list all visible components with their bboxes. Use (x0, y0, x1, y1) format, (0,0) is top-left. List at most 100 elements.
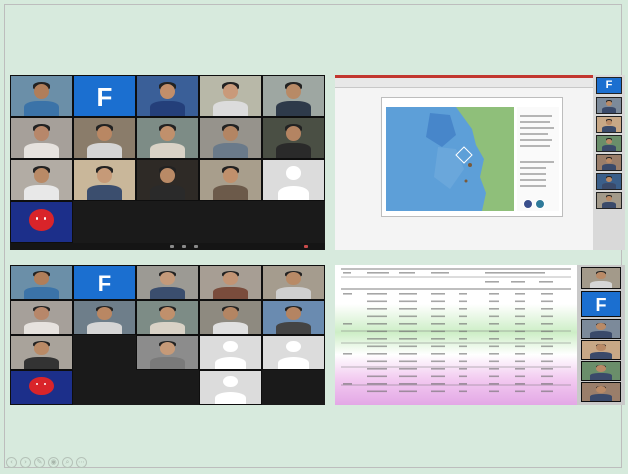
participant-person (150, 166, 185, 200)
table-slide (335, 265, 577, 405)
participant-video-tile[interactable] (199, 75, 262, 117)
participant-thumbnail[interactable] (596, 116, 622, 133)
participant-video-tile[interactable] (10, 335, 73, 370)
camera-icon[interactable] (182, 245, 186, 248)
participant-video-tile[interactable] (136, 75, 199, 117)
view-icon[interactable]: ◉ (48, 457, 59, 468)
angry-bird-avatar-tile[interactable] (10, 201, 73, 243)
call-toolbar[interactable] (10, 243, 325, 250)
participant-person (213, 271, 248, 299)
participant-thumbnail[interactable] (596, 135, 622, 152)
participant-thumbnail[interactable] (581, 340, 621, 360)
participant-person (24, 82, 59, 116)
share-icon[interactable] (194, 245, 198, 248)
data-table (341, 268, 571, 393)
participant-video-tile[interactable] (199, 159, 262, 201)
participant-person (150, 82, 185, 116)
participant-person (213, 124, 248, 158)
zoom-icon[interactable]: ⌕ (62, 457, 73, 468)
participant-person (276, 271, 311, 299)
participant-thumbnail[interactable] (596, 192, 622, 209)
participant-video-tile[interactable] (136, 335, 199, 370)
participant-person (24, 166, 59, 200)
participant-video-tile[interactable] (262, 75, 325, 117)
participant-person (150, 306, 185, 334)
participant-video-tile[interactable] (73, 117, 136, 159)
participant-person (150, 271, 185, 299)
participant-person (87, 306, 122, 334)
participant-video-tile[interactable] (10, 75, 73, 117)
participant-tile-f[interactable]: F (73, 265, 136, 300)
participant-tile-f[interactable]: F (73, 75, 136, 117)
avatar-icon (223, 376, 238, 388)
participant-person (150, 341, 185, 369)
more-icon[interactable]: ⋯ (76, 457, 87, 468)
participant-thumbnails: F (577, 265, 625, 405)
participant-person (24, 271, 59, 299)
participant-thumbnail[interactable] (581, 382, 621, 402)
left-arrow-icon[interactable]: ‹ (6, 457, 17, 468)
agency-logo (523, 199, 533, 209)
participant-video-tile[interactable] (10, 300, 73, 335)
presentation-share-top-right: F (335, 75, 625, 250)
participant-video-tile[interactable] (73, 159, 136, 201)
end-call-icon[interactable] (304, 245, 308, 248)
participant-video-tile[interactable] (199, 300, 262, 335)
participant-person (24, 306, 59, 334)
participant-video-tile[interactable] (73, 300, 136, 335)
participant-video-tile[interactable] (199, 117, 262, 159)
participant-thumbnail[interactable] (581, 361, 621, 381)
camera-off-avatar-tile[interactable] (199, 335, 262, 370)
table-share-bottom-right: F (335, 265, 625, 405)
participant-video-tile[interactable] (136, 117, 199, 159)
angry-bird-icon (29, 376, 54, 395)
camera-off-avatar-tile[interactable] (199, 370, 262, 405)
sea-map (386, 107, 514, 211)
legend-title (517, 107, 559, 109)
participant-thumbnail[interactable] (581, 267, 621, 289)
map-slide (381, 97, 563, 217)
participant-thumbnail[interactable] (596, 154, 622, 171)
participant-person (590, 322, 612, 338)
participant-video-tile[interactable] (199, 265, 262, 300)
participant-person (590, 364, 612, 380)
camera-off-avatar-tile[interactable] (262, 335, 325, 370)
participant-video-tile[interactable] (262, 265, 325, 300)
participant-video-tile[interactable] (136, 300, 199, 335)
participant-video-tile[interactable] (10, 117, 73, 159)
thumbnail-tile-f[interactable]: F (596, 77, 622, 94)
participant-video-tile[interactable] (10, 265, 73, 300)
participant-video-tile[interactable] (262, 300, 325, 335)
participant-person (602, 100, 616, 113)
participant-person (24, 124, 59, 158)
map-title (384, 99, 560, 105)
participant-video-tile[interactable] (136, 159, 199, 201)
participant-person (213, 82, 248, 116)
video-call-grid-top-left: F (10, 75, 325, 250)
app-ribbon (335, 75, 625, 88)
agency-logo (535, 199, 545, 209)
right-arrow-icon[interactable]: › (20, 457, 31, 468)
participant-person (602, 138, 616, 151)
participant-thumbnail[interactable] (596, 173, 622, 190)
participant-video-tile[interactable] (262, 117, 325, 159)
pencil-icon[interactable]: ✎ (34, 457, 45, 468)
avatar-icon (286, 341, 301, 353)
participant-thumbnail[interactable] (596, 97, 622, 114)
participant-person (276, 306, 311, 334)
participant-thumbnail[interactable] (581, 319, 621, 339)
avatar-icon (223, 341, 238, 353)
mic-icon[interactable] (170, 245, 174, 248)
participant-person (276, 124, 311, 158)
avatar-icon (286, 166, 301, 180)
participant-video-tile[interactable] (10, 159, 73, 201)
participant-tile-f[interactable]: F (581, 291, 621, 317)
video-call-grid-bottom-left: F (10, 265, 325, 405)
angry-bird-avatar-tile[interactable] (10, 370, 73, 405)
participant-person (590, 271, 612, 288)
participant-video-tile[interactable] (136, 265, 199, 300)
participant-person (24, 341, 59, 369)
participant-person (602, 157, 616, 170)
participant-person (602, 119, 616, 132)
camera-off-avatar-tile[interactable] (262, 159, 325, 201)
